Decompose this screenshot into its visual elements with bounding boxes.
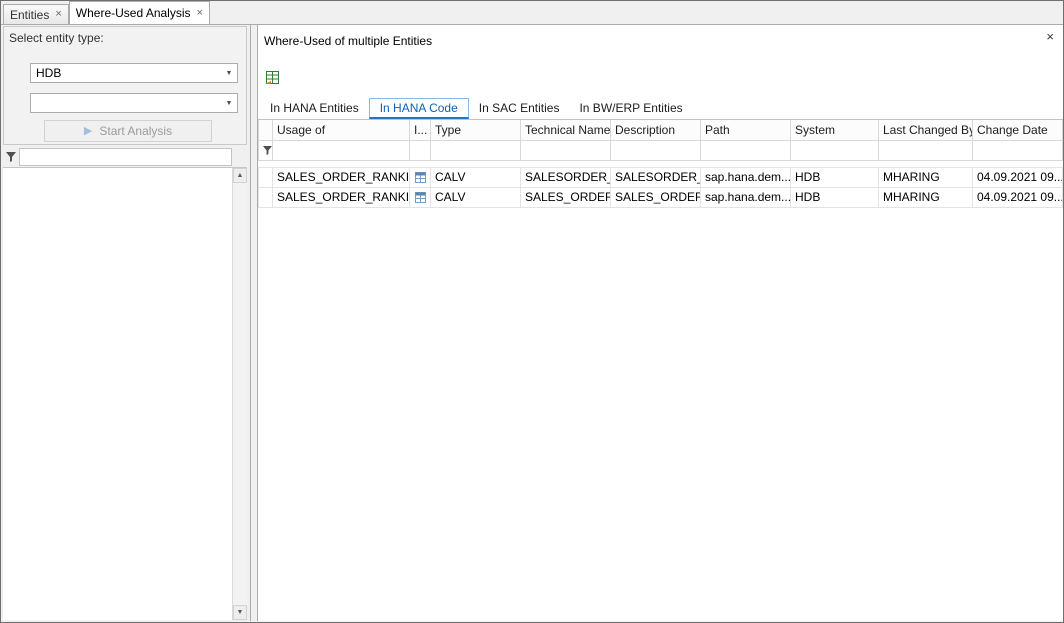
column-header-system[interactable]: System [791,120,879,140]
vertical-scrollbar[interactable]: ▲ ▼ [232,168,247,620]
column-header-description[interactable]: Description [611,120,701,140]
result-tab-strip: In HANA Entities In HANA Code In SAC Ent… [260,96,1063,119]
cell-change-date[interactable]: 04.09.2021 09... [973,187,1063,207]
filter-icon[interactable] [3,152,19,162]
close-icon[interactable]: × [55,9,61,20]
cell-type[interactable]: CALV [431,187,521,207]
cell-description[interactable]: SALES_ORDER... [611,187,701,207]
cell-technical-name[interactable]: SALES_ORDER... [521,187,611,207]
filter-cell-path[interactable] [701,140,791,160]
filter-cell-change-date[interactable] [973,140,1063,160]
column-header-technical-name[interactable]: Technical Name [521,120,611,140]
tab-in-hana-code[interactable]: In HANA Code [369,98,469,119]
document-tab-bar: Entities × Where-Used Analysis × [1,1,1063,25]
tab-in-bw-erp-entities[interactable]: In BW/ERP Entities [569,98,692,119]
cell-usage-of[interactable]: SALES_ORDER_RANKING [273,167,410,187]
cell-description[interactable]: SALESORDER_... [611,167,701,187]
filter-cell-technical-name[interactable] [521,140,611,160]
play-icon: ▶ [84,126,92,137]
page-title: Where-Used of multiple Entities [264,34,432,48]
cell-icon [410,167,431,187]
row-indicator [259,167,273,187]
export-to-excel-button[interactable] [263,69,281,87]
chevron-down-icon[interactable]: ▼ [221,100,237,107]
entity-type-value: HDB [36,66,221,80]
scroll-up-icon[interactable]: ▲ [233,168,247,183]
tab-in-sac-entities[interactable]: In SAC Entities [469,98,570,119]
cell-type[interactable]: CALV [431,167,521,187]
funnel-icon [263,146,272,155]
auto-filter-row [259,140,1063,160]
entity-grid-icon [414,191,427,204]
cell-change-date[interactable]: 04.09.2021 09... [973,167,1063,187]
row-indicator [259,187,273,207]
close-icon[interactable]: × [197,8,203,19]
entity-type-combo[interactable]: HDB ▼ [30,63,238,83]
table-row[interactable]: SALES_ORDER_RANKING CALV SALES_ORDER... [259,187,1063,207]
filter-cell-last-changed-by[interactable] [879,140,973,160]
grid-header-row: Usage of I... Type Technical Name Descri… [259,120,1063,140]
column-header-type[interactable]: Type [431,120,521,140]
group-title: Select entity type: [9,31,104,45]
cell-icon [410,187,431,207]
chevron-down-icon[interactable]: ▼ [221,70,237,77]
entity-list[interactable]: ▲ ▼ [3,167,247,620]
cell-path[interactable]: sap.hana.dem... [701,167,791,187]
column-header-path[interactable]: Path [701,120,791,140]
funnel-icon [6,152,16,162]
filter-cell-description[interactable] [611,140,701,160]
tab-where-used-analysis-label: Where-Used Analysis [76,6,191,20]
start-analysis-label: Start Analysis [99,124,172,138]
table-row[interactable]: SALES_ORDER_RANKING CALV SALESORDER_... [259,167,1063,187]
filter-cell-system[interactable] [791,140,879,160]
entity-combo[interactable]: ▼ [30,93,238,113]
cell-last-changed-by[interactable]: MHARING [879,187,973,207]
where-used-results-panel: × Where-Used of multiple Entities In HAN… [257,25,1063,621]
cell-usage-of[interactable]: SALES_ORDER_RANKING [273,187,410,207]
export-grid-icon [264,70,280,86]
filter-cell-type[interactable] [431,140,521,160]
cell-system[interactable]: HDB [791,167,879,187]
tab-in-hana-entities[interactable]: In HANA Entities [260,98,369,119]
tab-entities[interactable]: Entities × [3,4,69,24]
cell-path[interactable]: sap.hana.dem... [701,187,791,207]
tab-where-used-analysis[interactable]: Where-Used Analysis × [69,1,210,24]
cell-system[interactable]: HDB [791,187,879,207]
scroll-down-icon[interactable]: ▼ [233,605,247,620]
filter-row-indicator [259,140,273,160]
start-analysis-button[interactable]: ▶ Start Analysis [44,120,212,142]
analysis-setup-panel: Select entity type: HDB ▼ ▼ ▶ Start Anal… [1,25,251,621]
cell-last-changed-by[interactable]: MHARING [879,167,973,187]
column-header-change-date[interactable]: Change Date [973,120,1063,140]
grid-spacer [259,160,1063,167]
column-header-icon[interactable]: I... [410,120,431,140]
entity-grid-icon [414,171,427,184]
results-grid: Usage of I... Type Technical Name Descri… [258,119,1063,621]
cell-technical-name[interactable]: SALESORDER_... [521,167,611,187]
entity-list-column-header[interactable] [19,148,232,166]
row-indicator-header [259,120,273,140]
entity-list-header [3,147,247,167]
select-entity-type-group: Select entity type: HDB ▼ ▼ ▶ Start Anal… [3,26,247,145]
tab-entities-label: Entities [10,8,49,22]
close-icon[interactable]: × [1046,29,1054,44]
filter-cell-icon[interactable] [410,140,431,160]
app-window: Entities × Where-Used Analysis × Select … [0,0,1064,623]
column-header-last-changed-by[interactable]: Last Changed By [879,120,973,140]
filter-cell-usage-of[interactable] [273,140,410,160]
column-header-usage-of[interactable]: Usage of [273,120,410,140]
